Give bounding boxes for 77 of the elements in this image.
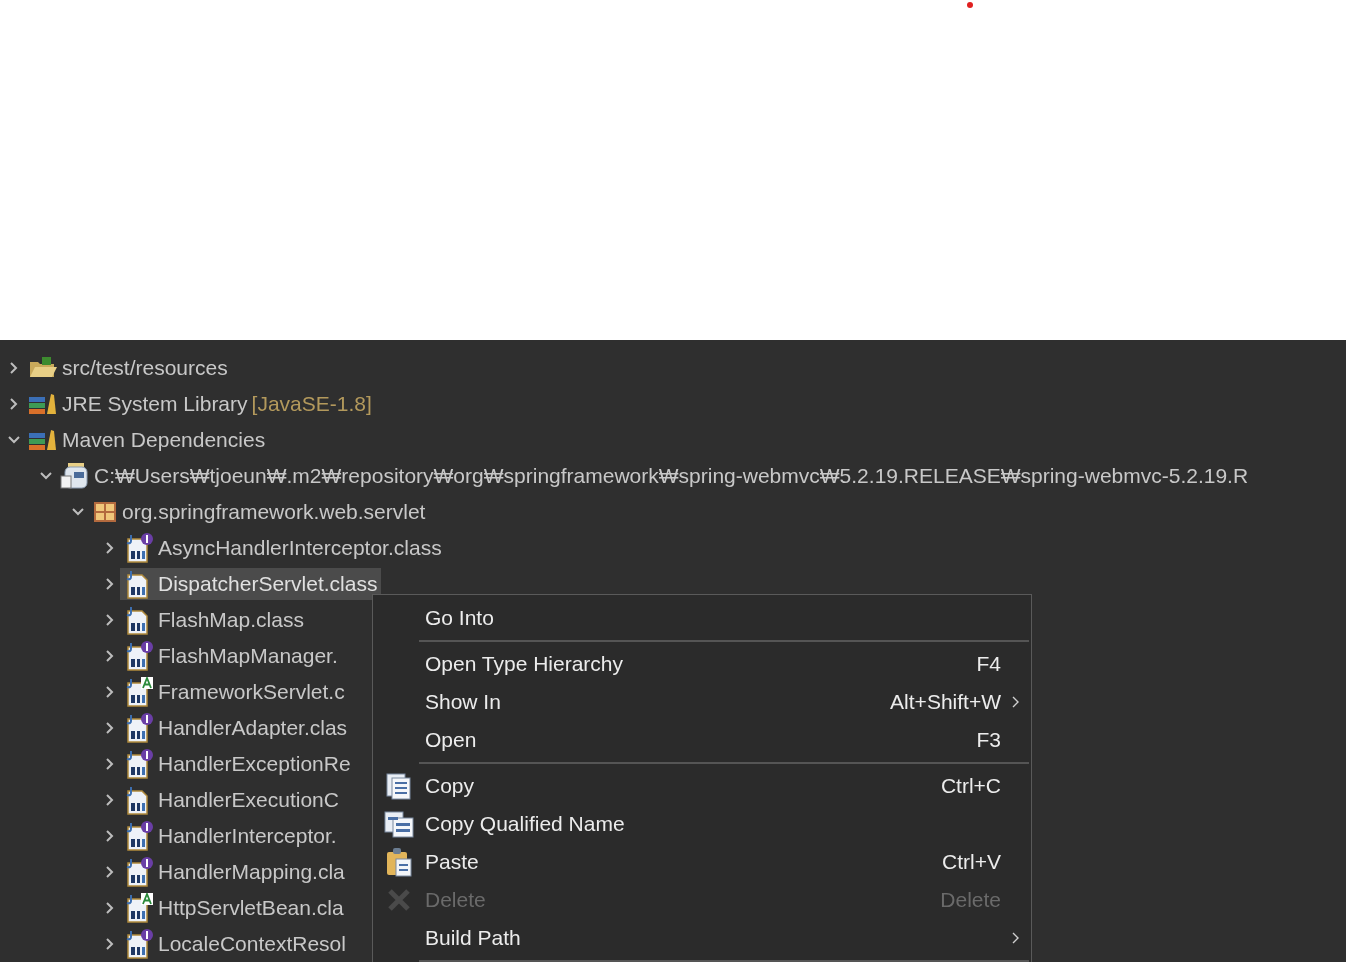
menu-item[interactable]: Copy Qualified Name	[373, 805, 1031, 843]
class-file-icon	[124, 929, 154, 959]
tree-item[interactable]: LocaleContextResol	[120, 928, 350, 960]
item-label: JRE System Library	[62, 391, 248, 418]
clipboard-icon	[385, 847, 413, 877]
menu-item[interactable]: Copy Ctrl+C	[373, 767, 1031, 805]
tree-item[interactable]: HandlerMapping.cla	[120, 856, 349, 888]
menu-item[interactable]: Show In Alt+Shift+W	[373, 683, 1031, 721]
tree-item[interactable]: AsyncHandlerInterceptor.class	[120, 532, 446, 564]
tree-item[interactable]: Maven Dependencies	[24, 424, 270, 456]
copy-icon	[385, 772, 413, 800]
item-label: HandlerExceptionRe	[158, 751, 351, 778]
tree-item[interactable]: FlashMap.class	[120, 604, 308, 636]
menu-label: Copy	[425, 773, 476, 800]
menu-item[interactable]: Open Type Hierarchy F4	[373, 645, 1031, 683]
shortcut-label: F4	[976, 651, 1001, 678]
menu-label: Open Type Hierarchy	[425, 651, 625, 678]
menu-item[interactable]: Build Path	[373, 919, 1031, 957]
item-label: Maven Dependencies	[62, 427, 266, 454]
menu-label: Go Into	[425, 605, 495, 632]
shortcut-label: Ctrl+C	[940, 773, 1001, 800]
dot-mark	[967, 2, 973, 8]
tree-item[interactable]: src/test/resources	[24, 352, 232, 384]
tree-item[interactable]: FrameworkServlet.c	[120, 676, 349, 708]
shortcut-label: F3	[976, 727, 1001, 754]
item-label: FrameworkServlet.c	[158, 679, 345, 706]
class-file-icon	[124, 893, 154, 923]
item-label: src/test/resources	[62, 355, 228, 382]
item-label: AsyncHandlerInterceptor.class	[158, 535, 442, 562]
menu-item[interactable]: Paste Ctrl+V	[373, 843, 1031, 881]
item-label: DispatcherServlet.class	[158, 571, 378, 598]
class-file-icon	[124, 677, 154, 707]
menu-item[interactable]: Open F3	[373, 721, 1031, 759]
class-file-icon	[124, 641, 154, 671]
shortcut-label: Alt+Shift+W	[890, 689, 1001, 716]
item-label: HandlerInterceptor.	[158, 823, 337, 850]
item-label: FlashMap.class	[158, 607, 304, 634]
menu-label: Delete	[425, 887, 487, 914]
class-file-icon	[124, 749, 154, 779]
class-file-icon	[124, 857, 154, 887]
tree-item[interactable]: HandlerExceptionRe	[120, 748, 355, 780]
class-file-icon	[124, 713, 154, 743]
package-icon	[92, 500, 118, 524]
tree-item[interactable]: HttpServletBean.cla	[120, 892, 348, 924]
tree-item[interactable]: org.springframework.web.servlet	[88, 496, 430, 528]
tree-item[interactable]: DispatcherServlet.class	[120, 568, 382, 600]
books-icon	[28, 428, 58, 452]
menu-label: Open	[425, 727, 478, 754]
menu-label: Build Path	[425, 925, 522, 952]
item-label: org.springframework.web.servlet	[122, 499, 426, 526]
tree-item[interactable]: FlashMapManager.	[120, 640, 342, 672]
class-file-icon	[124, 533, 154, 563]
menu-label: Paste	[425, 849, 480, 876]
item-label: LocaleContextResol	[158, 931, 346, 958]
class-file-icon	[124, 821, 154, 851]
shortcut-label: Delete	[940, 887, 1001, 914]
menu-item[interactable]: Go Into	[373, 599, 1031, 637]
folder-icon	[28, 356, 58, 380]
tree-item[interactable]: HandlerExecutionC	[120, 784, 343, 816]
copy-name-icon	[384, 810, 414, 838]
tree-item[interactable]: JRE System Library [JavaSE-1.8]	[24, 388, 376, 420]
item-decoration: [JavaSE-1.8]	[251, 391, 372, 418]
item-label: HandlerAdapter.clas	[158, 715, 348, 742]
books-icon	[28, 392, 58, 416]
item-label: C:₩Users₩tjoeun₩.m2₩repository₩org₩springframework₩spring-webmvc₩5.2.19.RELEASE₩spring-webmvc-5.2.19.R	[94, 463, 1249, 490]
item-label: HandlerMapping.cla	[158, 859, 345, 886]
tree-item[interactable]: HandlerAdapter.clas	[120, 712, 352, 744]
delete-icon	[386, 887, 412, 913]
tree-item[interactable]: C:₩Users₩tjoeun₩.m2₩repository₩org₩springframework₩spring-webmvc₩5.2.19.RELEASE₩spring-webmvc-5.2.19.R	[56, 460, 1253, 492]
item-label: FlashMapManager.	[158, 643, 338, 670]
tree-item[interactable]: HandlerInterceptor.	[120, 820, 341, 852]
item-label: HttpServletBean.cla	[158, 895, 344, 922]
menu-label: Copy Qualified Name	[425, 811, 626, 838]
jar-icon	[60, 462, 90, 490]
shortcut-label: Ctrl+V	[942, 849, 1001, 876]
menu-label: Show In	[425, 689, 502, 716]
item-label: HandlerExecutionC	[158, 787, 339, 814]
